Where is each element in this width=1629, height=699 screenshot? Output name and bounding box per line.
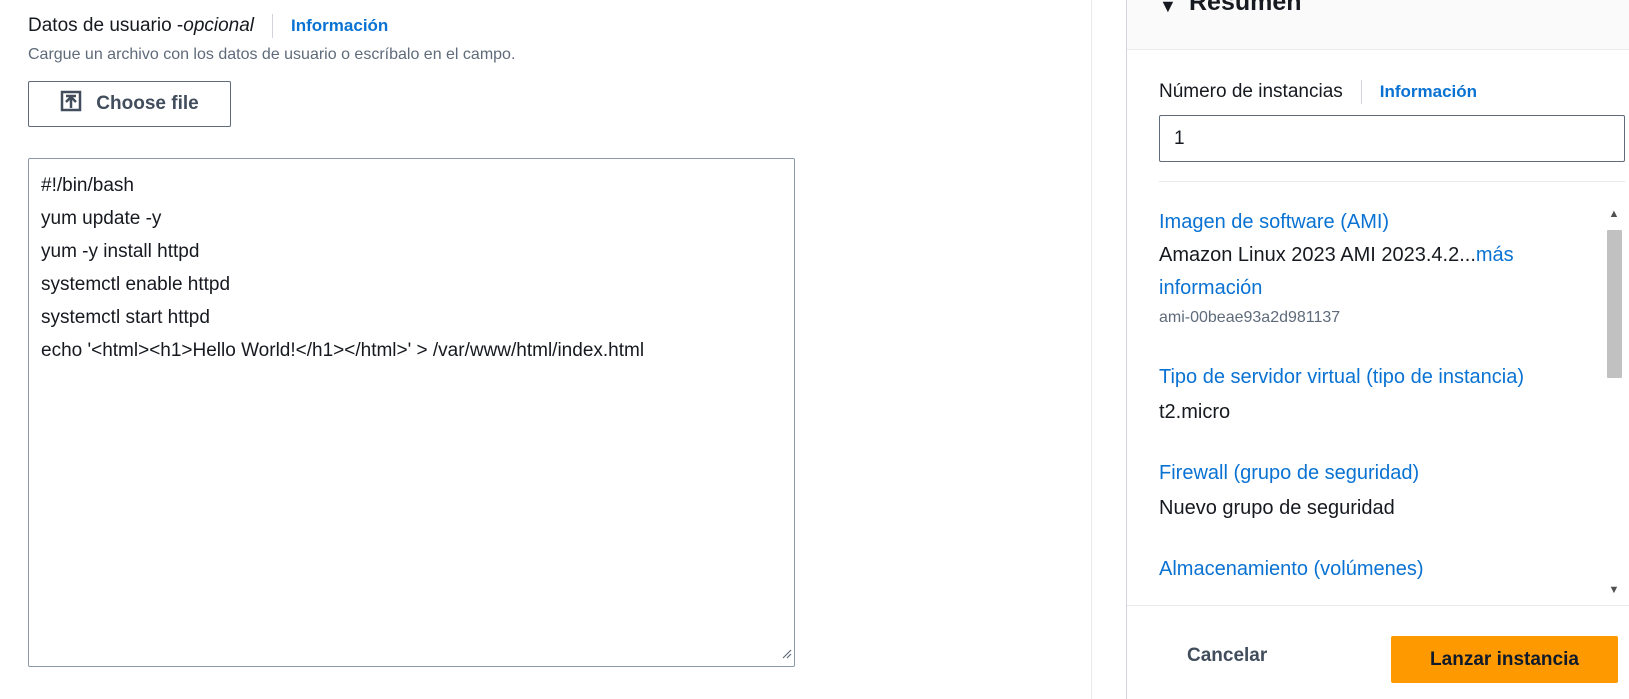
launch-instance-button[interactable]: Lanzar instancia — [1391, 636, 1618, 683]
instance-count-info-link[interactable]: Información — [1380, 82, 1477, 102]
user-data-textarea[interactable]: #!/bin/bash yum update -y yum -y install… — [28, 158, 795, 667]
user-data-label: Datos de usuario - — [28, 15, 184, 36]
firewall-value: Nuevo grupo de seguridad — [1159, 497, 1395, 519]
ami-value: Amazon Linux 2023 AMI 2023.4.2... — [1159, 244, 1476, 266]
summary-panel: ▼ Resumen Número de instancias Informaci… — [1126, 0, 1629, 699]
instance-count-input[interactable] — [1159, 115, 1625, 162]
upload-icon — [60, 90, 82, 118]
section-divider — [1159, 181, 1625, 182]
choose-file-label: Choose file — [96, 93, 199, 114]
user-data-info-link[interactable]: Información — [291, 16, 388, 36]
label-divider — [1360, 80, 1362, 104]
header-divider — [272, 14, 274, 38]
summary-header[interactable]: ▼ Resumen — [1127, 0, 1629, 50]
user-data-description: Cargue un archivo con los datos de usuar… — [28, 46, 516, 63]
script-line: systemctl start httpd — [41, 307, 210, 328]
firewall-link[interactable]: Firewall (grupo de seguridad) — [1159, 457, 1599, 490]
scroll-up-icon[interactable]: ▲ — [1606, 206, 1622, 222]
ami-more-info-link[interactable]: más — [1476, 244, 1514, 266]
resize-handle-icon[interactable] — [780, 646, 792, 664]
page-divider — [1091, 0, 1092, 699]
summary-scrollbar[interactable]: ▲ ▼ — [1603, 206, 1625, 598]
instance-type-value: t2.micro — [1159, 401, 1231, 423]
summary-details: Imagen de software (AMI) Amazon Linux 20… — [1159, 206, 1599, 596]
instance-type-link[interactable]: Tipo de servidor virtual (tipo de instan… — [1159, 361, 1599, 394]
footer-divider — [1127, 605, 1629, 606]
storage-link[interactable]: Almacenamiento (volúmenes) — [1159, 553, 1599, 586]
instance-count-label-row: Número de instancias Información — [1159, 80, 1477, 104]
user-data-optional: opcional — [183, 15, 255, 36]
script-line: yum update -y — [41, 208, 162, 229]
scrollbar-thumb[interactable] — [1607, 230, 1622, 378]
summary-title: Resumen — [1189, 0, 1302, 16]
ami-more-info-link-cont[interactable]: información — [1159, 272, 1599, 305]
instance-count-label: Número de instancias — [1159, 81, 1343, 102]
script-line: #!/bin/bash — [41, 175, 134, 196]
script-line: systemctl enable httpd — [41, 274, 231, 295]
ami-id: ami-00beae93a2d981137 — [1159, 309, 1341, 326]
ami-value-row: Amazon Linux 2023 AMI 2023.4.2...más — [1159, 239, 1599, 272]
scroll-down-icon[interactable]: ▼ — [1606, 582, 1622, 598]
cancel-button[interactable]: Cancelar — [1187, 645, 1267, 667]
script-line: echo '<html><h1>Hello World!</h1></html>… — [41, 340, 645, 361]
script-line: yum -y install httpd — [41, 241, 200, 262]
ami-link[interactable]: Imagen de software (AMI) — [1159, 206, 1599, 239]
user-data-header: Datos de usuario - opcional Información — [28, 14, 388, 38]
choose-file-button[interactable]: Choose file — [28, 81, 231, 127]
caret-down-icon: ▼ — [1159, 0, 1177, 16]
